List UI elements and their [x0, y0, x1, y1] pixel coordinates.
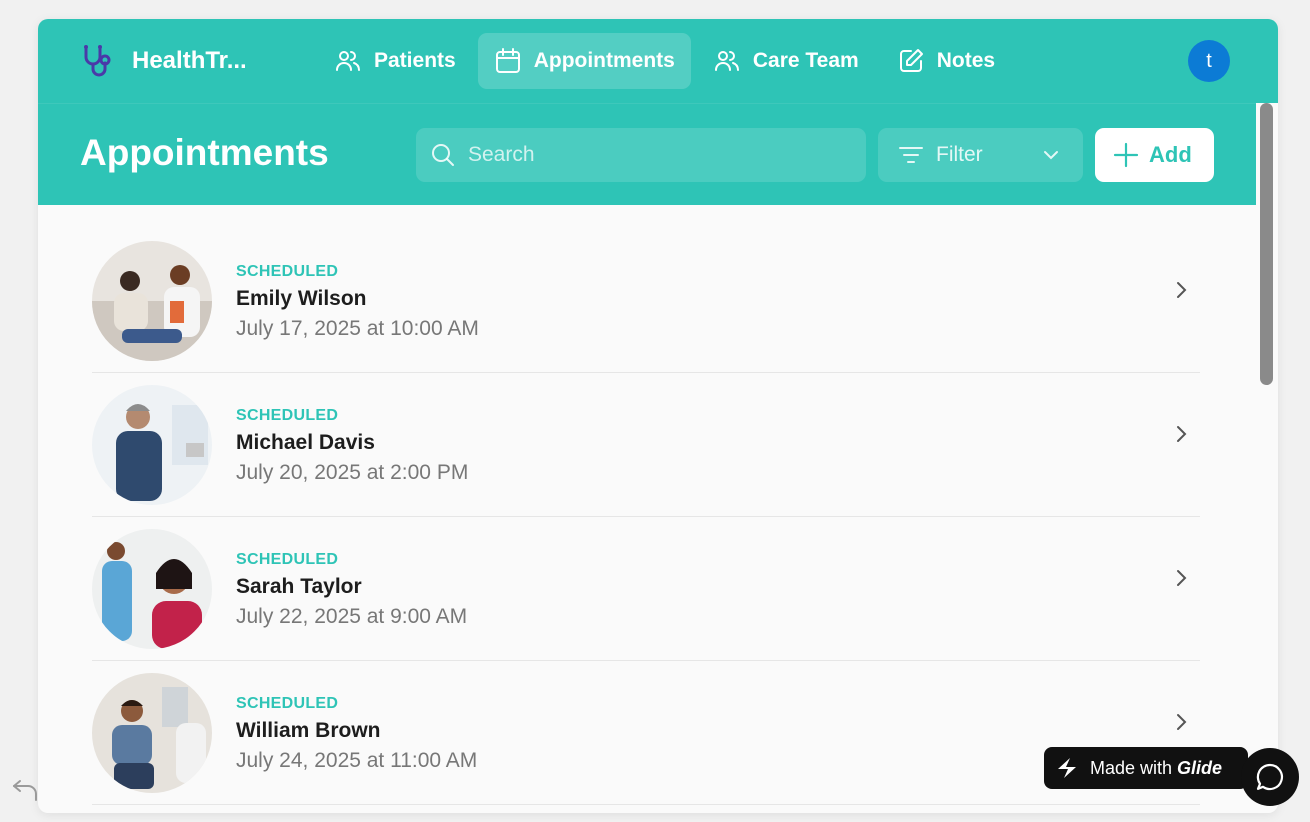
patient-photo — [92, 385, 212, 505]
nav-label: Patients — [374, 49, 456, 72]
filter-icon — [899, 147, 923, 163]
bolt-icon — [1058, 758, 1076, 778]
patient-name: William Brown — [236, 719, 381, 742]
user-avatar[interactable]: t — [1188, 40, 1230, 82]
chat-button[interactable] — [1241, 748, 1299, 806]
chevron-right-icon — [1177, 570, 1187, 586]
brand[interactable]: HealthTr... — [80, 43, 318, 79]
badge-text: Made with — [1090, 757, 1173, 778]
appointment-time: July 17, 2025 at 10:00 AM — [236, 317, 479, 340]
badge-brand: Glide — [1177, 757, 1223, 778]
appointment-time: July 20, 2025 at 2:00 PM — [236, 461, 469, 484]
appointment-list: SCHEDULED Emily Wilson July 17, 2025 at … — [92, 229, 1200, 805]
list-item[interactable]: SCHEDULED William Brown July 24, 2025 at… — [92, 661, 1200, 805]
nav-item-patients[interactable]: Patients — [318, 33, 472, 89]
undo-icon[interactable] — [10, 778, 40, 804]
patient-name: Michael Davis — [236, 431, 375, 454]
chevron-right-icon — [1177, 282, 1187, 298]
made-with-glide-badge[interactable]: Made with Glide — [1044, 747, 1248, 789]
filter-label: Filter — [936, 143, 983, 166]
status-badge: SCHEDULED — [236, 407, 339, 424]
nav-label: Appointments — [533, 49, 675, 72]
status-badge: SCHEDULED — [236, 551, 339, 568]
appointment-time: July 22, 2025 at 9:00 AM — [236, 605, 468, 628]
nav-item-notes[interactable]: Notes — [881, 33, 1011, 89]
edit-icon — [899, 49, 923, 72]
search-icon — [432, 144, 454, 166]
calendar-icon — [495, 48, 520, 73]
users-icon — [336, 51, 360, 71]
brand-name: HealthTr... — [132, 47, 247, 74]
add-button[interactable]: Add — [1095, 128, 1214, 182]
status-badge: SCHEDULED — [236, 695, 339, 712]
nav-label: Care Team — [752, 49, 859, 72]
chevron-right-icon — [1177, 426, 1187, 442]
list-item[interactable]: SCHEDULED Michael Davis July 20, 2025 at… — [92, 373, 1200, 517]
search-input[interactable] — [468, 143, 848, 167]
main-nav: Patients Appointments Care Team Notes — [318, 33, 1011, 89]
patient-photo — [92, 241, 212, 361]
stethoscope-icon — [84, 45, 111, 77]
status-badge: SCHEDULED — [236, 263, 339, 280]
chevron-right-icon — [1177, 714, 1187, 730]
page-header: Appointments Filter Add — [38, 103, 1256, 205]
search-box[interactable] — [416, 128, 866, 182]
list-item[interactable]: SCHEDULED Emily Wilson July 17, 2025 at … — [92, 229, 1200, 373]
add-label: Add — [1149, 142, 1192, 167]
app-window: HealthTr... Patients Appointments Care T… — [38, 19, 1278, 813]
appointment-time: July 24, 2025 at 11:00 AM — [236, 749, 478, 772]
chevron-down-icon — [1044, 151, 1058, 160]
patient-name: Sarah Taylor — [236, 575, 362, 598]
chat-bubble-icon — [1256, 763, 1283, 791]
top-navbar: HealthTr... Patients Appointments Care T… — [38, 19, 1278, 103]
nav-item-appointments[interactable]: Appointments — [477, 33, 691, 89]
plus-icon — [1113, 142, 1139, 168]
list-item[interactable]: SCHEDULED Sarah Taylor July 22, 2025 at … — [92, 517, 1200, 661]
patient-photo — [92, 529, 212, 649]
patient-photo — [92, 673, 212, 793]
scrollbar-thumb[interactable] — [1260, 103, 1273, 385]
filter-dropdown[interactable]: Filter — [878, 128, 1083, 182]
page-title: Appointments — [80, 132, 329, 173]
patient-name: Emily Wilson — [236, 287, 367, 310]
nav-item-care-team[interactable]: Care Team — [697, 33, 875, 89]
users-icon — [714, 51, 739, 71]
nav-label: Notes — [936, 49, 996, 72]
